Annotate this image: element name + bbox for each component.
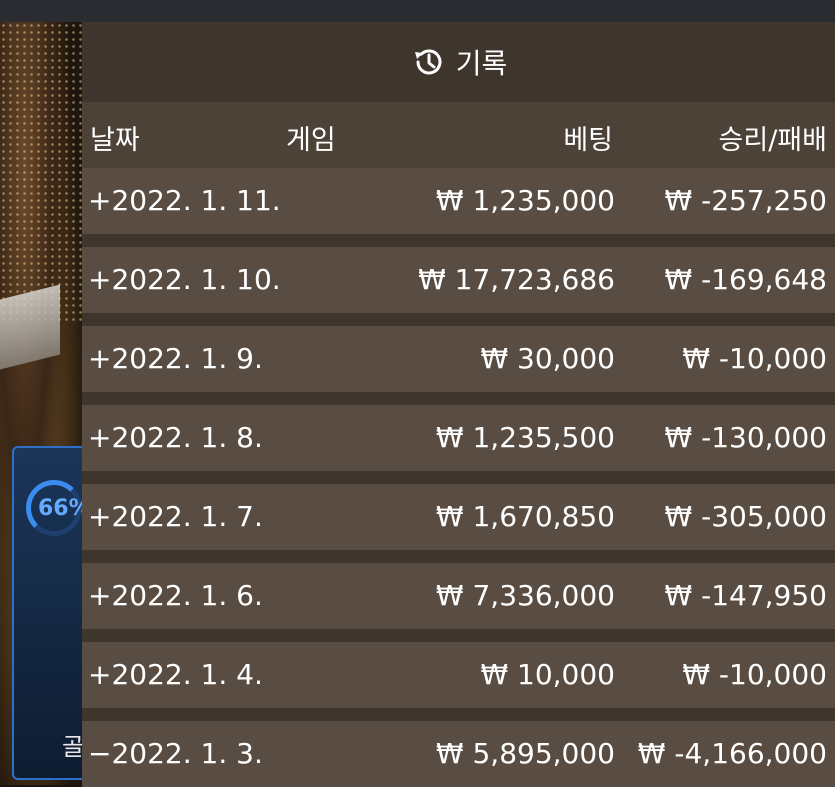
row-date: +2022. 1. 11. [88,184,281,217]
table-row[interactable]: +2022. 1. 8. ₩ 1,235,500 ₩ -130,000 [82,405,835,471]
history-panel: 기록 날짜 게임 베팅 승리/패배 +2022. 1. 11. ₩ 1,235,… [82,22,835,787]
row-result: ₩ -10,000 [682,342,827,375]
table-row[interactable]: +2022. 1. 9. ₩ 30,000 ₩ -10,000 [82,326,835,392]
table-row[interactable]: −2022. 1. 3. ₩ 5,895,000 ₩ -4,166,000 [82,721,835,787]
row-date: +2022. 1. 8. [88,421,263,454]
table-row[interactable]: +2022. 1. 4. ₩ 10,000 ₩ -10,000 [82,642,835,708]
row-bet: ₩ 1,235,000 [435,184,615,217]
history-icon [410,44,446,80]
row-date: −2022. 1. 3. [88,737,263,770]
row-date: +2022. 1. 10. [88,263,281,296]
row-result: ₩ -147,950 [664,579,827,612]
row-result: ₩ -4,166,000 [637,737,827,770]
row-date: +2022. 1. 9. [88,342,263,375]
row-bet: ₩ 5,895,000 [435,737,615,770]
row-result: ₩ -305,000 [664,500,827,533]
row-bet: ₩ 1,235,500 [435,421,615,454]
panel-title-row: 기록 [82,22,835,102]
row-result: ₩ -130,000 [664,421,827,454]
background-table [0,284,60,370]
table-row[interactable]: +2022. 1. 7. ₩ 1,670,850 ₩ -305,000 [82,484,835,550]
table-header: 날짜 게임 베팅 승리/패배 [82,102,835,168]
panel-title: 기록 [455,47,508,80]
row-bet: ₩ 17,723,686 [418,263,615,296]
row-bet: ₩ 7,336,000 [435,579,615,612]
top-bar [0,0,835,22]
table-row[interactable]: +2022. 1. 11. ₩ 1,235,000 ₩ -257,250 [82,168,835,234]
promo-label: 골 [62,733,85,761]
row-result: ₩ -169,648 [664,263,827,296]
row-result: ₩ -257,250 [664,184,827,217]
row-bet: ₩ 1,670,850 [435,500,615,533]
row-bet: ₩ 30,000 [480,342,615,375]
table-row[interactable]: +2022. 1. 10. ₩ 17,723,686 ₩ -169,648 [82,247,835,313]
row-date: +2022. 1. 4. [88,658,263,691]
column-header-date: 날짜 [90,125,140,156]
background-lights [0,22,82,322]
column-header-bet: 베팅 [563,125,613,156]
table-row[interactable]: +2022. 1. 6. ₩ 7,336,000 ₩ -147,950 [82,563,835,629]
row-date: +2022. 1. 7. [88,500,263,533]
row-date: +2022. 1. 6. [88,579,263,612]
row-result: ₩ -10,000 [682,658,827,691]
row-bet: ₩ 10,000 [480,658,615,691]
column-header-result: 승리/패배 [718,125,827,156]
column-header-game: 게임 [286,125,336,156]
